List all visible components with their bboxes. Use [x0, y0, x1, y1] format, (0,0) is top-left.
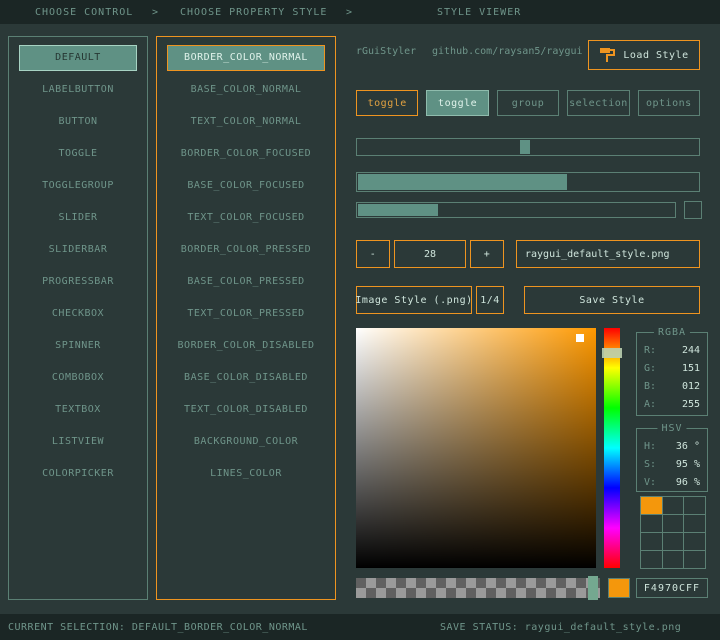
slider-handle[interactable] [520, 140, 530, 154]
palette-swatch-empty[interactable] [684, 533, 705, 550]
properties-list-panel: BORDER_COLOR_NORMAL BASE_COLOR_NORMAL TE… [156, 36, 336, 600]
property-item-text-color-normal[interactable]: TEXT_COLOR_NORMAL [167, 109, 325, 135]
hsv-row-h: H:36 ° [637, 437, 707, 455]
rgba-groupbox: RGBA R:244 G:151 B:012 A:255 [636, 332, 708, 416]
breadcrumb-separator-icon: > [152, 7, 159, 18]
slider[interactable] [356, 138, 700, 156]
property-item-text-color-pressed[interactable]: TEXT_COLOR_PRESSED [167, 301, 325, 327]
rgba-row-r: R:244 [637, 341, 707, 359]
property-item-lines-color[interactable]: LINES_COLOR [167, 461, 325, 487]
current-color-swatch [608, 578, 630, 598]
rgba-row-a: A:255 [637, 395, 707, 413]
toggle-button-2-active[interactable]: toggle [426, 90, 488, 116]
property-item-base-color-normal[interactable]: BASE_COLOR_NORMAL [167, 77, 325, 103]
control-item-toggle[interactable]: TOGGLE [19, 141, 137, 167]
toggle-button-group[interactable]: group [497, 90, 559, 116]
control-item-default[interactable]: DEFAULT [19, 45, 137, 71]
rguistyler-window: CHOOSE CONTROL > CHOOSE PROPERTY STYLE >… [0, 0, 720, 640]
property-item-border-color-normal[interactable]: BORDER_COLOR_NORMAL [167, 45, 325, 71]
control-item-colorpicker[interactable]: COLORPICKER [19, 461, 137, 487]
alpha-bar[interactable] [356, 578, 600, 598]
current-selection-status: CURRENT SELECTION: DEFAULT_BORDER_COLOR_… [8, 622, 308, 633]
section-choose-property-style: CHOOSE PROPERTY STYLE [180, 7, 327, 18]
control-item-togglegroup[interactable]: TOGGLEGROUP [19, 173, 137, 199]
hue-bar[interactable] [604, 328, 620, 568]
property-item-background-color[interactable]: BACKGROUND_COLOR [167, 429, 325, 455]
property-item-base-color-pressed[interactable]: BASE_COLOR_PRESSED [167, 269, 325, 295]
save-style-button[interactable]: Save Style [524, 286, 700, 314]
palette-swatch-empty[interactable] [641, 533, 662, 550]
control-item-slider[interactable]: SLIDER [19, 205, 137, 231]
toggle-button-1[interactable]: toggle [356, 90, 418, 116]
palette-swatch-empty[interactable] [641, 515, 662, 532]
alpha-handle[interactable] [588, 576, 598, 600]
property-item-border-color-focused[interactable]: BORDER_COLOR_FOCUSED [167, 141, 325, 167]
control-item-spinner[interactable]: SPINNER [19, 333, 137, 359]
color-palette-grid [640, 496, 706, 569]
hsv-row-v: V:96 % [637, 473, 707, 491]
spinner-increase-button[interactable]: + [470, 240, 504, 268]
palette-swatch-empty[interactable] [663, 515, 684, 532]
control-item-button[interactable]: BUTTON [19, 109, 137, 135]
toggle-group: toggle toggle group selection options [356, 90, 700, 116]
palette-swatch-empty[interactable] [641, 551, 662, 568]
property-item-text-color-focused[interactable]: TEXT_COLOR_FOCUSED [167, 205, 325, 231]
control-item-sliderbar[interactable]: SLIDERBAR [19, 237, 137, 263]
rgba-title: RGBA [654, 327, 690, 338]
control-item-progressbar[interactable]: PROGRESSBAR [19, 269, 137, 295]
color-picker-cursor[interactable] [576, 334, 584, 342]
control-item-textbox[interactable]: TEXTBOX [19, 397, 137, 423]
slider-bar-fill [358, 174, 567, 190]
app-name-label: rGuiStyler [356, 46, 416, 57]
save-status: SAVE STATUS: raygui_default_style.png [440, 622, 681, 633]
palette-swatch-current[interactable] [641, 497, 662, 514]
spinner-value[interactable]: 28 [394, 240, 466, 268]
color-picker-panel[interactable] [356, 328, 596, 568]
property-item-base-color-focused[interactable]: BASE_COLOR_FOCUSED [167, 173, 325, 199]
style-viewer-panel: rGuiStyler github.com/raysan5/raygui Loa… [356, 36, 708, 606]
image-style-combobox[interactable]: Image Style (.png) [356, 286, 472, 314]
rgba-row-g: G:151 [637, 359, 707, 377]
control-item-checkbox[interactable]: CHECKBOX [19, 301, 137, 327]
control-item-labelbutton[interactable]: LABELBUTTON [19, 77, 137, 103]
hex-value-box[interactable]: F4970CFF [636, 578, 708, 598]
spinner-decrease-button[interactable]: - [356, 240, 390, 268]
control-item-combobox[interactable]: COMBOBOX [19, 365, 137, 391]
top-menu-bar: CHOOSE CONTROL > CHOOSE PROPERTY STYLE >… [0, 0, 720, 24]
controls-list-panel: DEFAULT LABELBUTTON BUTTON TOGGLE TOGGLE… [8, 36, 148, 600]
rgba-row-b: B:012 [637, 377, 707, 395]
palette-swatch-empty[interactable] [684, 551, 705, 568]
slider-bar[interactable] [356, 172, 700, 192]
progress-bar [356, 202, 676, 218]
section-choose-control: CHOOSE CONTROL [35, 7, 133, 18]
hsv-title: HSV [657, 423, 686, 434]
toggle-button-options[interactable]: options [638, 90, 700, 116]
property-item-border-color-disabled[interactable]: BORDER_COLOR_DISABLED [167, 333, 325, 359]
property-item-border-color-pressed[interactable]: BORDER_COLOR_PRESSED [167, 237, 325, 263]
load-style-button[interactable]: Load Style [588, 40, 700, 70]
palette-swatch-empty[interactable] [684, 497, 705, 514]
palette-swatch-empty[interactable] [663, 533, 684, 550]
palette-swatch-empty[interactable] [663, 497, 684, 514]
palette-swatch-empty[interactable] [684, 515, 705, 532]
property-item-base-color-disabled[interactable]: BASE_COLOR_DISABLED [167, 365, 325, 391]
repo-label: github.com/raysan5/raygui [432, 46, 583, 57]
section-style-viewer: STYLE VIEWER [437, 7, 521, 18]
load-style-label: Load Style [623, 50, 688, 61]
filename-textbox[interactable]: raygui_default_style.png [516, 240, 700, 268]
palette-swatch-empty[interactable] [663, 551, 684, 568]
combobox-counter[interactable]: 1/4 [476, 286, 504, 314]
hsv-groupbox: HSV H:36 ° S:95 % V:96 % [636, 428, 708, 492]
toggle-button-selection[interactable]: selection [567, 90, 629, 116]
hue-handle[interactable] [602, 348, 622, 358]
progress-bar-fill [358, 204, 438, 216]
breadcrumb-separator-icon: > [346, 7, 353, 18]
checkbox[interactable] [684, 201, 702, 219]
control-item-listview[interactable]: LISTVIEW [19, 429, 137, 455]
property-item-text-color-disabled[interactable]: TEXT_COLOR_DISABLED [167, 397, 325, 423]
hsv-row-s: S:95 % [637, 455, 707, 473]
status-bar: CURRENT SELECTION: DEFAULT_BORDER_COLOR_… [0, 614, 720, 640]
paint-roller-icon [599, 47, 615, 63]
